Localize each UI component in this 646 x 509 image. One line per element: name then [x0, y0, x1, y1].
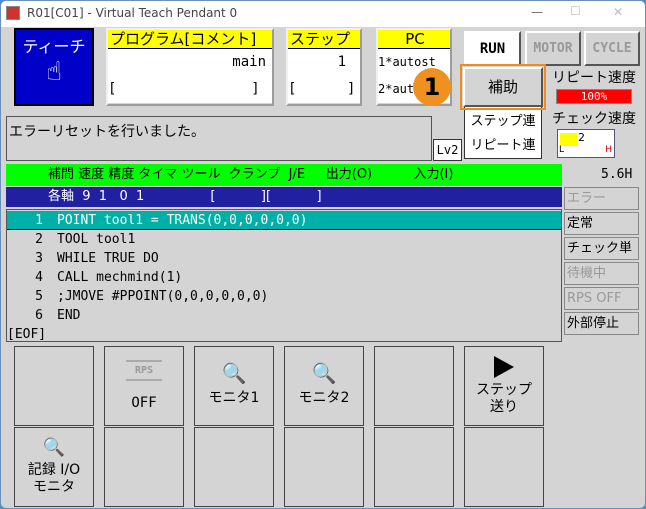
- run-button[interactable]: RUN: [464, 31, 521, 66]
- mode-label: ティーチ: [22, 37, 86, 56]
- values-bar: 各軸 9 1 0 1 [ ][ ]: [6, 187, 562, 207]
- step-value: 1: [288, 49, 360, 76]
- teach-mode-button[interactable]: ティーチ ☝: [14, 28, 94, 106]
- monitor1-label: モニタ1: [208, 390, 260, 406]
- line-code: TOOL tool1: [57, 232, 136, 247]
- line-code: END: [57, 308, 81, 323]
- maximize-button[interactable]: ☐: [570, 4, 581, 18]
- step-forward-label-1: ステップ: [476, 382, 532, 398]
- repeat-continuous-label: リピート連: [470, 138, 536, 153]
- step-box[interactable]: ステップ 1 [ ]: [286, 28, 362, 106]
- program-name: main: [108, 49, 272, 76]
- message-box: エラーリセットを行いました。: [6, 116, 432, 161]
- check-speed-low: L: [559, 145, 565, 155]
- program-line[interactable]: 5 ;JMOVE #PPOINT(0,0,0,0,0,0): [7, 287, 561, 306]
- function-key-empty[interactable]: [284, 427, 364, 507]
- rps-off-button[interactable]: RPS OFF: [104, 346, 184, 426]
- status-indicator: RPS OFF: [564, 287, 639, 310]
- line-number: 1: [35, 213, 43, 228]
- repeat-speed-label: リピート速度: [552, 70, 636, 86]
- rps-icon: RPS: [126, 360, 162, 381]
- program-line[interactable]: 4 CALL mechmind(1): [7, 268, 561, 287]
- status-indicator: エラー: [564, 187, 639, 210]
- minimize-button[interactable]: —: [531, 5, 543, 19]
- level-indicator: Lv2: [433, 139, 462, 161]
- io-monitor-label-1: 記録 I/O: [27, 461, 81, 478]
- function-key-empty[interactable]: [464, 427, 544, 507]
- play-icon: [494, 356, 514, 378]
- check-speed-gauge[interactable]: 2 L H: [557, 129, 615, 158]
- teach-pendant-window: R01[C01] - Virtual Teach Pendant 0 — ☐ ✕…: [0, 0, 646, 509]
- line-code: CALL mechmind(1): [57, 270, 183, 285]
- monitor2-button[interactable]: 🔍 モニタ2: [284, 346, 364, 426]
- program-comment: [ ]: [108, 76, 272, 103]
- line-code: POINT tool1 = TRANS(0,0,0,0,0,0): [57, 213, 308, 228]
- function-key-empty[interactable]: [104, 427, 184, 507]
- step-bracket: [ ]: [288, 76, 360, 103]
- monitor-magnifier-icon: 🔍: [221, 361, 247, 385]
- io-monitor-label-2: モニタ: [33, 478, 75, 495]
- pc-header: PC: [378, 30, 450, 49]
- function-key-empty[interactable]: [194, 427, 274, 507]
- window-title: R01[C01] - Virtual Teach Pendant 0: [27, 6, 238, 20]
- program-box[interactable]: プログラム[コメント] main [ ]: [106, 28, 274, 106]
- status-indicator: 待機中: [564, 262, 639, 285]
- repeat-speed-value[interactable]: 100%: [556, 89, 632, 104]
- rps-label: OFF: [131, 395, 157, 411]
- function-key-empty[interactable]: [374, 427, 454, 507]
- columns-bar: 補間 速度 精度 タイマ ツール クランプ J/E 出力(O) 入力(I): [6, 164, 562, 186]
- program-line[interactable]: 3 WHILE TRUE DO: [7, 249, 561, 268]
- line-number: 5: [35, 289, 43, 304]
- hand-pointer-icon: ☝: [46, 57, 62, 87]
- program-line[interactable]: 6 END: [7, 306, 561, 325]
- document-magnifier-icon: 🔍: [42, 436, 66, 458]
- cycle-button[interactable]: CYCLE: [584, 31, 640, 66]
- step-continuous-label: ステップ連: [470, 114, 536, 129]
- line-code: ;JMOVE #PPOINT(0,0,0,0,0,0): [57, 289, 269, 304]
- version-label: 5.6H: [601, 167, 633, 182]
- app-icon: [6, 6, 20, 20]
- status-indicator: チェック単一: [564, 237, 639, 278]
- line-number: 3: [35, 251, 43, 266]
- program-listing[interactable]: 1 POINT tool1 = TRANS(0,0,0,0,0,0) 2 TOOL t…: [6, 209, 562, 342]
- close-button[interactable]: ✕: [613, 5, 623, 19]
- program-line[interactable]: 2 TOOL tool1: [7, 230, 561, 249]
- function-key-1[interactable]: [14, 346, 94, 426]
- eof-marker: [EOF]: [7, 327, 47, 342]
- status-indicator: 定常: [564, 212, 639, 235]
- function-key-5[interactable]: [374, 346, 454, 426]
- title-bar: R01[C01] - Virtual Teach Pendant 0 — ☐ ✕: [1, 1, 645, 27]
- line-number: 2: [35, 232, 43, 247]
- check-speed-value: 2: [578, 131, 585, 144]
- monitor-magnifier-icon: 🔍: [311, 361, 337, 385]
- motor-button[interactable]: MOTOR: [525, 31, 581, 66]
- check-speed-label: チェック速度: [552, 111, 636, 127]
- step-forward-label-2: 送り: [490, 399, 518, 415]
- io-monitor-button[interactable]: 🔍 記録 I/O モニタ: [14, 427, 94, 507]
- aux-button[interactable]: 補助: [460, 64, 546, 110]
- check-speed-high: H: [605, 145, 612, 155]
- monitor2-label: モニタ2: [298, 390, 350, 406]
- line-number: 4: [35, 270, 43, 285]
- line-code: WHILE TRUE DO: [57, 251, 159, 266]
- continuous-box[interactable]: ステップ連 リピート連: [464, 106, 542, 159]
- annotation-marker: 1: [413, 68, 451, 106]
- program-header: プログラム[コメント]: [108, 30, 272, 49]
- step-forward-button[interactable]: ステップ 送り: [464, 346, 544, 426]
- program-line[interactable]: 1 POINT tool1 = TRANS(0,0,0,0,0,0): [7, 211, 561, 230]
- status-indicator: 外部停止: [564, 312, 639, 335]
- step-header: ステップ: [288, 30, 360, 49]
- line-number: 6: [35, 308, 43, 323]
- monitor1-button[interactable]: 🔍 モニタ1: [194, 346, 274, 426]
